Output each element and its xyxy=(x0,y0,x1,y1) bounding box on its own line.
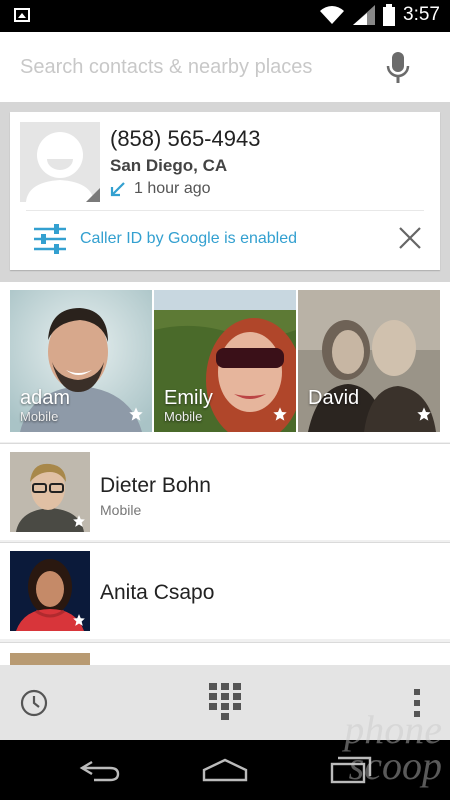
call-time: 1 hour ago xyxy=(134,180,211,197)
star-icon xyxy=(73,614,85,626)
star-icon xyxy=(73,515,85,527)
favorite-type: Mobile xyxy=(164,409,203,424)
system-indicators: 3:57 xyxy=(319,4,440,26)
contact-row-partial[interactable] xyxy=(0,643,450,665)
star-icon xyxy=(417,407,431,421)
battery-icon xyxy=(383,4,396,26)
search-bar[interactable]: Search contacts & nearby places xyxy=(0,32,450,102)
close-icon[interactable] xyxy=(398,226,422,250)
gallery-notification-icon xyxy=(14,8,30,22)
contact-photo xyxy=(10,452,90,532)
contact-row-dieter[interactable]: Dieter Bohn Mobile xyxy=(0,444,450,540)
recent-call-card[interactable]: (858) 565-4943 San Diego, CA 1 hour ago … xyxy=(10,112,440,270)
favorite-name: Emily xyxy=(164,387,213,409)
status-bar: 3:57 xyxy=(0,0,450,32)
incoming-call-icon xyxy=(110,182,125,197)
favorite-name: adam xyxy=(20,387,71,409)
contact-photo xyxy=(10,551,90,631)
wifi-icon xyxy=(320,6,345,24)
default-contact-avatar xyxy=(20,122,100,202)
favorites-grid: adam Mobile Emily Mobile David xyxy=(0,282,450,442)
signal-icon xyxy=(353,5,376,25)
caller-id-status[interactable]: Caller ID by Google is enabled xyxy=(80,230,297,248)
star-icon xyxy=(273,407,287,421)
favorite-name: David xyxy=(308,387,360,409)
contact-type: Mobile xyxy=(100,502,142,518)
contact-name: Dieter Bohn xyxy=(100,474,211,497)
back-icon[interactable] xyxy=(78,758,122,784)
favorite-tile-emily[interactable]: Emily Mobile xyxy=(154,290,296,432)
dialpad-icon[interactable] xyxy=(209,683,241,723)
contact-row-anita[interactable]: Anita Csapo xyxy=(0,543,450,639)
clock: 3:57 xyxy=(403,4,440,25)
caller-location: San Diego, CA xyxy=(110,156,228,175)
settings-sliders-icon xyxy=(34,224,66,254)
star-icon xyxy=(129,407,143,421)
favorite-type: Mobile xyxy=(20,409,59,424)
card-divider xyxy=(26,210,424,211)
search-input[interactable]: Search contacts & nearby places xyxy=(20,56,312,79)
microphone-icon[interactable] xyxy=(386,52,410,84)
caller-number: (858) 565-4943 xyxy=(110,126,261,151)
watermark: phone scoop xyxy=(344,707,442,788)
favorite-tile-adam[interactable]: adam Mobile xyxy=(10,290,152,432)
caller-id-settings-link[interactable]: Caller ID by Google is enabled xyxy=(34,224,297,254)
favorite-tile-david[interactable]: David xyxy=(298,290,440,432)
recent-calls-icon[interactable] xyxy=(20,689,48,717)
contact-photo xyxy=(10,653,90,665)
contact-name: Anita Csapo xyxy=(100,581,215,604)
home-icon[interactable] xyxy=(202,758,248,784)
